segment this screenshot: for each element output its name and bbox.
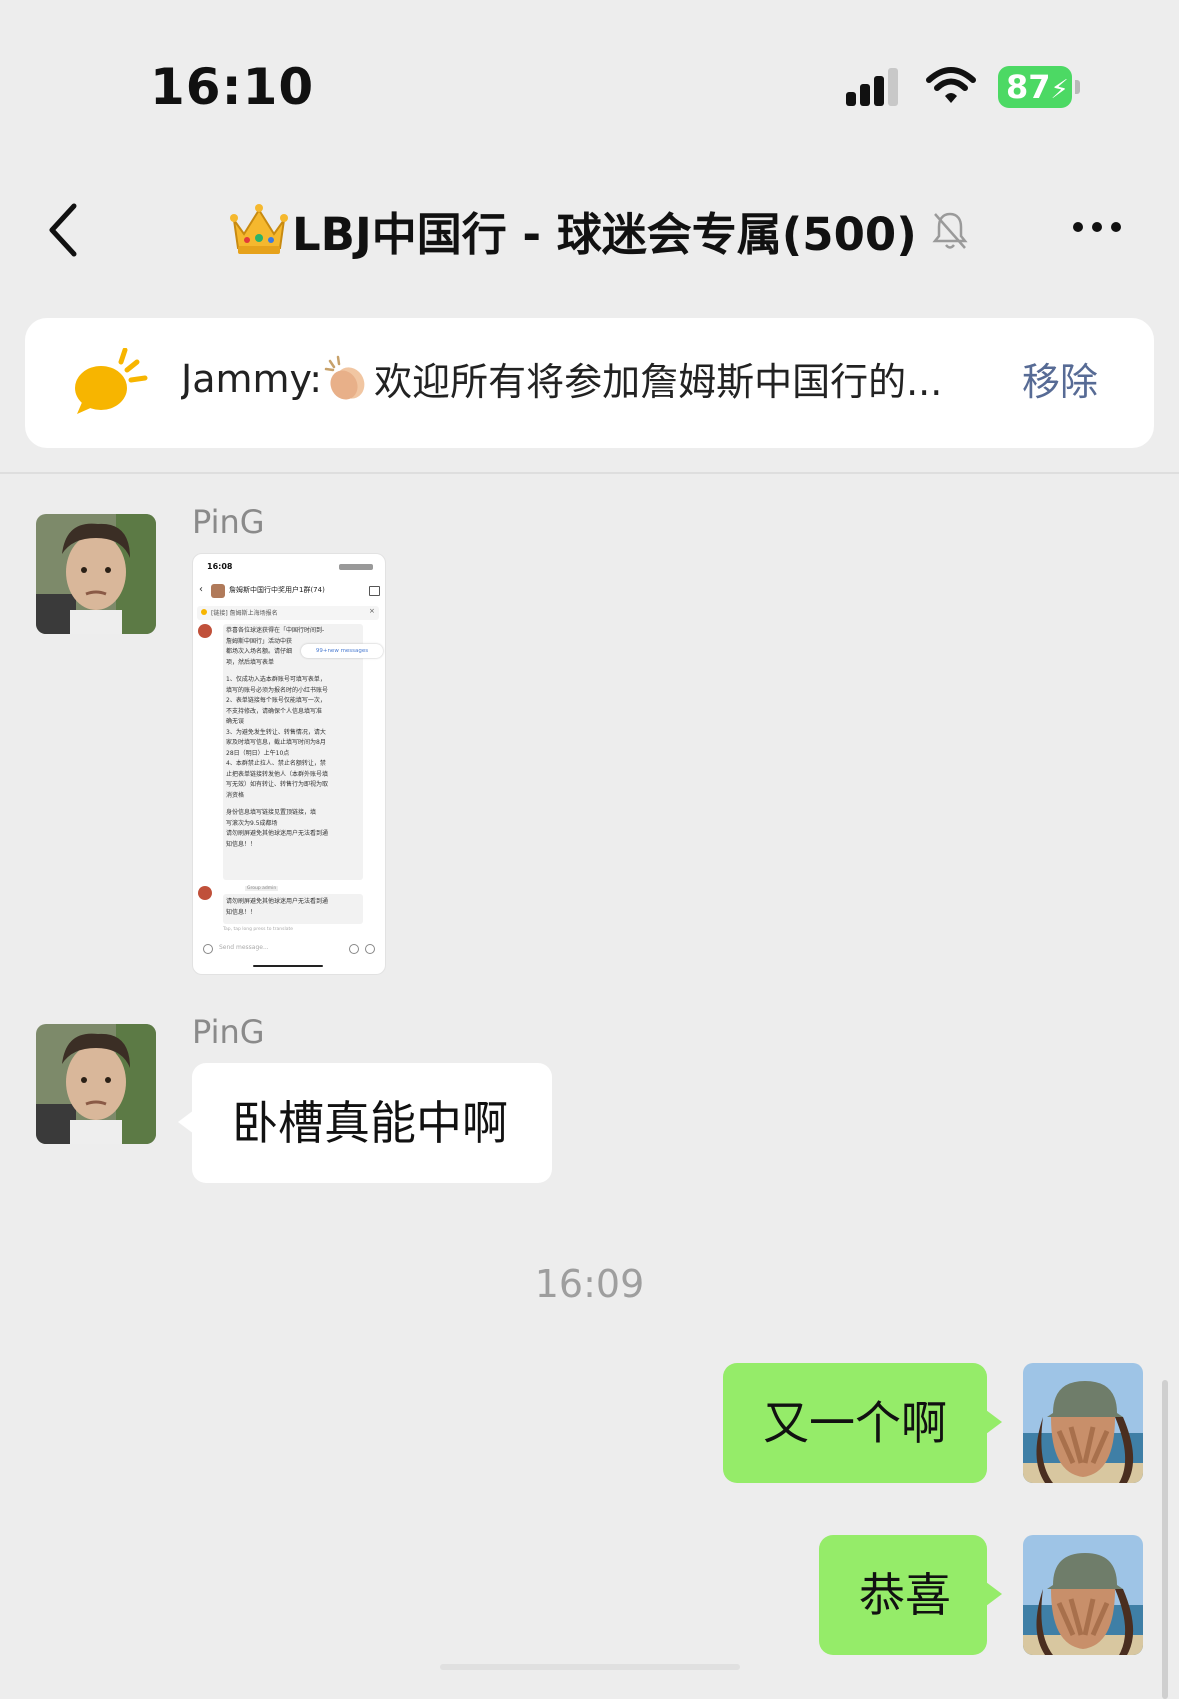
pinned-announcement[interactable]: Jammy: 欢迎所有将参加詹姆斯中国行的... 移除 [25, 318, 1154, 448]
chat-bubble[interactable]: 卧槽真能中啊 [192, 1063, 552, 1183]
thumb-notice-bar: [链接] 詹姆斯上海场报名 × [197, 606, 379, 620]
my-avatar[interactable] [1023, 1535, 1143, 1655]
thumb-input-bar: Send message... [203, 942, 375, 954]
thumb-group-avatar [211, 584, 225, 598]
crown-icon [230, 204, 288, 254]
sender-name: PinG [192, 503, 265, 541]
thumb-home-indicator [253, 965, 323, 967]
announcement-speech-icon [75, 348, 148, 414]
status-bar: 16:10 87⚡ [0, 0, 1179, 170]
user-avatar-photo [36, 1024, 156, 1144]
scrollbar[interactable] [1162, 1380, 1168, 1699]
thumb-back-icon: ‹ [199, 584, 203, 595]
more-options-icon[interactable] [1070, 215, 1124, 239]
my-avatar[interactable] [1023, 1363, 1143, 1483]
remove-pin-button[interactable]: 移除 [1022, 351, 1098, 406]
wifi-icon [926, 67, 976, 103]
thumb-message-lines: 恭喜各位球迷获得在「中国行时间到- 詹姆斯中国行」活动中获 都场次入场名额。请仔… [226, 627, 329, 848]
my-chat-bubble[interactable]: 恭喜 [819, 1535, 987, 1655]
thumb-admin-label: Group admin [245, 886, 279, 891]
thumb-reply-bubble: 请勿刷屏避免其他球迷用户无法看到通 知信息！！ [223, 894, 363, 924]
avatar[interactable] [36, 514, 156, 634]
screenshot-image-message[interactable]: 16:08 ‹ 詹姆斯中国行中奖用户1群(74) [链接] 詹姆斯上海场报名 ×… [192, 553, 386, 975]
chat-title-bar[interactable]: LBJ中国行 - 球迷会专属(500) [228, 195, 971, 265]
thumb-menu-icon [369, 586, 380, 596]
status-time: 16:10 [150, 58, 315, 116]
thumb-hint: Tap, tap long press to translate [223, 927, 293, 932]
pinned-body: 欢迎所有将参加詹姆斯中国行的... [374, 360, 943, 404]
bubble-tail [986, 1582, 1002, 1606]
thumb-sender-avatar [198, 624, 212, 638]
my-chat-bubble[interactable]: 又一个啊 [723, 1363, 987, 1483]
home-indicator [440, 1664, 740, 1670]
my-avatar-photo [1023, 1363, 1143, 1483]
thumb-message-bubble: 恭喜各位球迷获得在「中国行时间到- 詹姆斯中国行」活动中获 都场次入场名额。请仔… [223, 624, 363, 880]
message-timestamp: 16:09 [534, 1262, 645, 1306]
clapping-hands-icon [324, 355, 365, 400]
mute-bell-icon [932, 212, 968, 249]
battery-icon: 87⚡ [998, 66, 1080, 108]
sender-name: PinG [192, 1013, 265, 1051]
user-avatar-photo [36, 514, 156, 634]
thumb-admin-avatar [198, 886, 212, 900]
thumb-status-time: 16:08 [207, 562, 233, 571]
pinned-message-text: Jammy: 欢迎所有将参加詹姆斯中国行的... [181, 351, 1011, 406]
thumb-notice-text: [链接] 詹姆斯上海场报名 [211, 610, 278, 617]
chat-title: LBJ中国行 - 球迷会专属(500) [292, 207, 917, 261]
pinned-sender: Jammy: [181, 356, 323, 401]
thumb-new-messages-badge: 99+new messages [301, 644, 383, 658]
thumb-status-icons [339, 564, 373, 570]
avatar[interactable] [36, 1024, 156, 1144]
my-avatar-photo [1023, 1535, 1143, 1655]
header-divider [0, 472, 1179, 474]
back-chevron-icon[interactable] [44, 200, 84, 260]
thumb-group-title: 詹姆斯中国行中奖用户1群(74) [229, 586, 325, 594]
cellular-signal-icon [846, 68, 898, 106]
battery-level: 87 [1006, 68, 1051, 106]
bubble-tail [986, 1410, 1002, 1434]
